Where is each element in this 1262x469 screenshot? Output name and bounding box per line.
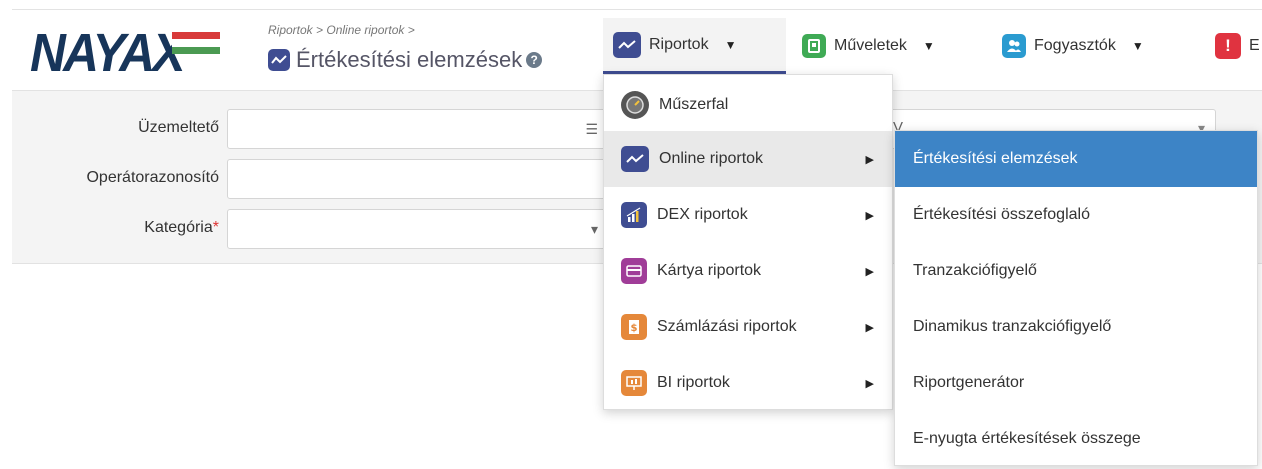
list-icon[interactable]: ☰ xyxy=(585,121,598,138)
menu-item-bi-riportok[interactable]: BI riportok ▶ xyxy=(604,355,892,411)
chevron-right-icon: ▶ xyxy=(865,265,874,278)
label-category: Kategória* xyxy=(144,219,219,236)
dex-bars-icon xyxy=(621,202,647,228)
chevron-right-icon: ▶ xyxy=(865,377,874,390)
logo-text: NAYAX xyxy=(30,23,185,83)
nav-fogyasztok[interactable]: Fogyasztók ▼ xyxy=(1002,18,1144,74)
card-icon xyxy=(621,258,647,284)
chevron-down-icon: ▼ xyxy=(724,37,737,52)
svg-text:$: $ xyxy=(631,323,638,334)
menu-item-kartya-riportok[interactable]: Kártya riportok ▶ xyxy=(604,243,892,299)
breadcrumb-link-riportok[interactable]: Riportok xyxy=(268,23,313,37)
alert-icon: ! xyxy=(1215,33,1241,59)
submenu-item-riportgenerator[interactable]: Riportgenerátor xyxy=(895,355,1257,411)
nav-e[interactable]: ! E xyxy=(1215,18,1260,74)
hungarian-flag-icon xyxy=(172,32,220,54)
breadcrumb: Riportok > Online riportok > xyxy=(268,23,415,37)
users-icon xyxy=(1002,34,1026,58)
submenu-item-tranzakciofigyelo[interactable]: Tranzakciófigyelő xyxy=(895,243,1257,299)
submenu-item-dinamikus-tranzakciofigyelo[interactable]: Dinamikus tranzakciófigyelő xyxy=(895,299,1257,355)
nav-label: Fogyasztók xyxy=(1034,37,1116,54)
page-title-text: Értékesítési elemzések xyxy=(296,47,523,72)
chevron-down-icon: ▼ xyxy=(1131,39,1144,53)
dashboard-gauge-icon xyxy=(621,91,649,119)
chart-line-icon xyxy=(268,49,290,71)
help-icon[interactable]: ? xyxy=(526,52,543,68)
nav-label: E xyxy=(1249,37,1260,54)
breadcrumb-link-online-riportok[interactable]: Online riportok xyxy=(326,23,404,37)
menu-item-muszerfal[interactable]: Műszerfal xyxy=(604,77,892,133)
riportok-dropdown-menu: Műszerfal Online riportok ▶ DEX riportok… xyxy=(603,74,893,410)
operator-id-input[interactable] xyxy=(227,159,607,199)
menu-item-szamlazasi-riportok[interactable]: $ Számlázási riportok ▶ xyxy=(604,299,892,355)
online-riportok-submenu: Értékesítési elemzések Értékesítési össz… xyxy=(894,130,1258,466)
label-uzemelteto: Üzemeltető xyxy=(138,119,219,136)
operator-input[interactable]: ☰ xyxy=(227,109,607,149)
nav-riportok[interactable]: Riportok ▼ xyxy=(603,18,786,74)
chevron-down-icon: ▾ xyxy=(590,221,598,237)
menu-item-dex-riportok[interactable]: DEX riportok ▶ xyxy=(604,187,892,243)
page-title: Értékesítési elemzések ? xyxy=(268,47,543,73)
nav-label: Riportok xyxy=(649,35,709,53)
bi-presentation-icon xyxy=(621,370,647,396)
chart-line-icon xyxy=(613,31,641,58)
menu-item-online-riportok[interactable]: Online riportok ▶ xyxy=(604,131,892,187)
submenu-item-ertekesitesi-osszefoglalo[interactable]: Értékesítési összefoglaló xyxy=(895,187,1257,243)
submenu-item-e-nyugta[interactable]: E-nyugta értékesítések összege xyxy=(895,411,1257,467)
category-select[interactable]: ▾ xyxy=(227,209,607,249)
chevron-right-icon: ▶ xyxy=(865,209,874,222)
chart-line-icon xyxy=(621,146,649,172)
required-mark: * xyxy=(212,219,219,236)
chevron-right-icon: ▶ xyxy=(865,321,874,334)
invoice-icon: $ xyxy=(621,314,647,340)
label-operator-id: Operátorazonosító xyxy=(86,169,219,186)
chevron-down-icon: ▼ xyxy=(922,39,935,53)
nav-muveletek[interactable]: Műveletek ▼ xyxy=(802,18,935,74)
chevron-right-icon: ▶ xyxy=(865,153,874,166)
submenu-item-ertekesitesi-elemzesek[interactable]: Értékesítési elemzések xyxy=(895,131,1257,187)
nav-label: Műveletek xyxy=(834,37,907,54)
header-divider xyxy=(12,9,1262,10)
machine-icon xyxy=(802,34,826,58)
